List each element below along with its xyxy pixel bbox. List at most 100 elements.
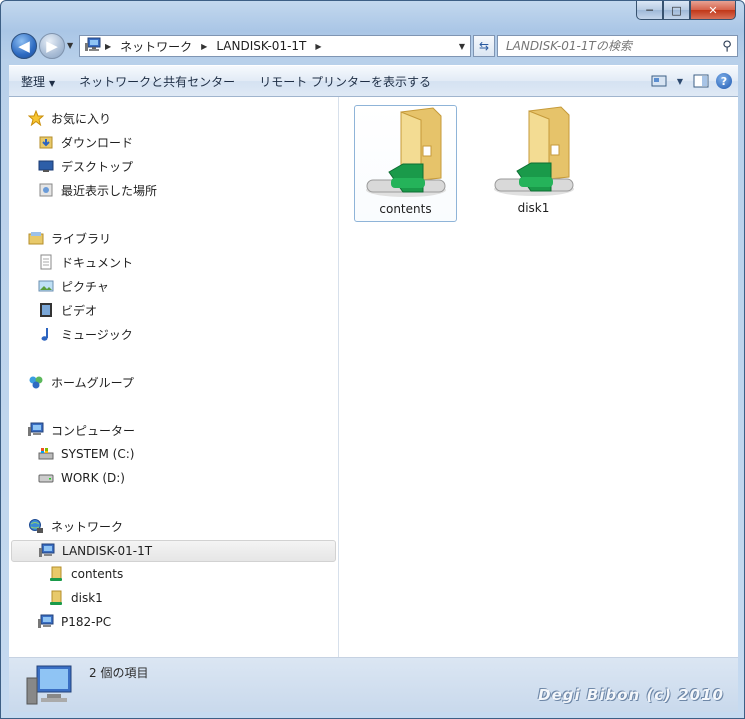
sidebar-item-computer[interactable]: コンピューター bbox=[27, 419, 135, 441]
sidebar-item-pictures[interactable]: ピクチャ bbox=[37, 275, 109, 297]
watermark: Degi Bibon (c) 2010 bbox=[538, 686, 724, 704]
sidebar-item-label: ライブラリ bbox=[51, 231, 112, 246]
recent-places-icon bbox=[37, 182, 55, 198]
sidebar-item-share-contents[interactable]: contents bbox=[47, 563, 123, 585]
item-label: contents bbox=[379, 202, 432, 216]
organize-label: 整理 bbox=[21, 74, 46, 89]
item-label: disk1 bbox=[517, 201, 550, 215]
organize-button[interactable]: 整理 ▼ bbox=[9, 73, 67, 90]
navigation-pane: お気に入り ダウンロード デスクトップ 最近表示した場所 ライブラリ ドキュメン… bbox=[9, 97, 339, 657]
sidebar-item-desktop[interactable]: デスクトップ bbox=[37, 155, 133, 177]
content-pane: contents disk1 bbox=[339, 97, 738, 657]
drive-icon bbox=[37, 470, 55, 486]
caption-buttons: ─ □ ✕ bbox=[636, 1, 736, 21]
shared-folder-icon bbox=[47, 566, 65, 582]
libraries-icon bbox=[27, 230, 45, 246]
sidebar-item-label: SYSTEM (C:) bbox=[61, 447, 135, 461]
desktop-icon bbox=[37, 158, 55, 174]
sidebar-item-label: disk1 bbox=[71, 591, 103, 605]
sidebar-item-label: ミュージック bbox=[61, 327, 133, 342]
sidebar-item-label: ネットワーク bbox=[51, 519, 124, 534]
search-box[interactable]: ⚲ bbox=[497, 35, 738, 57]
network-computer-icon bbox=[37, 614, 55, 630]
breadcrumb-arrow-icon[interactable]: ▶ bbox=[102, 42, 114, 51]
sidebar-item-drive-d[interactable]: WORK (D:) bbox=[37, 467, 125, 489]
sidebar-item-label: ビデオ bbox=[61, 303, 98, 318]
panes: お気に入り ダウンロード デスクトップ 最近表示した場所 ライブラリ ドキュメン… bbox=[9, 97, 738, 658]
star-icon bbox=[27, 110, 45, 126]
sidebar-item-network[interactable]: ネットワーク bbox=[27, 515, 123, 537]
sidebar-item-downloads[interactable]: ダウンロード bbox=[37, 131, 133, 153]
sidebar-item-label: ドキュメント bbox=[61, 255, 134, 270]
sidebar-item-label: ダウンロード bbox=[61, 135, 134, 150]
forward-button[interactable]: ▶ bbox=[39, 33, 65, 59]
view-icon bbox=[651, 75, 667, 87]
navigation-row: ◀ ▶ ▼ ▶ ネットワーク ▶ LANDISK-01-1T ▶ ▼ ⇆ ⚲ bbox=[9, 31, 738, 63]
network-location-icon bbox=[80, 37, 102, 56]
back-button[interactable]: ◀ bbox=[11, 33, 37, 59]
sidebar-item-libraries[interactable]: ライブラリ bbox=[27, 227, 111, 249]
show-printers-button[interactable]: リモート プリンターを表示する bbox=[247, 73, 443, 90]
sidebar-item-label: LANDISK-01-1T bbox=[62, 544, 153, 558]
computer-icon bbox=[27, 422, 45, 438]
sidebar-item-recent[interactable]: 最近表示した場所 bbox=[37, 179, 157, 201]
sidebar-item-label: WORK (D:) bbox=[61, 471, 125, 485]
details-pane: 2 個の項目 Degi Bibon (c) 2010 bbox=[9, 658, 738, 712]
sidebar-item-label: ホームグループ bbox=[51, 375, 134, 390]
explorer-window: ─ □ ✕ ◀ ▶ ▼ ▶ ネットワーク ▶ LANDISK-01-1T ▶ ▼… bbox=[0, 0, 745, 719]
sidebar-item-share-disk1[interactable]: disk1 bbox=[47, 587, 103, 609]
breadcrumb-network[interactable]: ネットワーク bbox=[114, 38, 198, 55]
refresh-icon: ⇆ bbox=[478, 39, 490, 53]
sidebar-item-homegroup[interactable]: ホームグループ bbox=[27, 371, 134, 393]
video-icon bbox=[37, 302, 55, 318]
sidebar-item-videos[interactable]: ビデオ bbox=[37, 299, 97, 321]
preview-pane-icon bbox=[693, 74, 709, 88]
network-center-button[interactable]: ネットワークと共有センター bbox=[67, 73, 247, 90]
downloads-folder-icon bbox=[37, 134, 55, 150]
sidebar-item-label: ピクチャ bbox=[61, 279, 109, 294]
sidebar-item-p182[interactable]: P182-PC bbox=[37, 611, 111, 633]
music-note-icon bbox=[37, 326, 55, 342]
address-dropdown-icon[interactable]: ▼ bbox=[454, 42, 470, 51]
help-icon[interactable]: ? bbox=[716, 73, 732, 89]
address-bar[interactable]: ▶ ネットワーク ▶ LANDISK-01-1T ▶ ▼ bbox=[79, 35, 471, 57]
network-computer-icon bbox=[38, 543, 56, 559]
preview-pane-button[interactable] bbox=[690, 71, 712, 91]
sidebar-item-label: コンピューター bbox=[51, 423, 136, 438]
sidebar-item-drive-c[interactable]: SYSTEM (C:) bbox=[37, 443, 134, 465]
chevron-down-icon: ▼ bbox=[49, 78, 56, 88]
homegroup-icon bbox=[27, 374, 45, 390]
item-count: 2 個の項目 bbox=[89, 666, 149, 680]
share-item-contents[interactable]: contents bbox=[354, 105, 457, 222]
search-input[interactable] bbox=[498, 39, 717, 53]
sidebar-item-label: デスクトップ bbox=[61, 159, 134, 174]
shared-folder-icon bbox=[47, 590, 65, 606]
breadcrumb-host[interactable]: LANDISK-01-1T bbox=[210, 39, 312, 53]
recent-pages-dropdown[interactable]: ▼ bbox=[67, 41, 75, 50]
command-bar: 整理 ▼ ネットワークと共有センター リモート プリンターを表示する ▼ ? bbox=[9, 65, 738, 97]
sidebar-item-label: お気に入り bbox=[51, 111, 112, 126]
sidebar-item-label: P182-PC bbox=[61, 615, 112, 629]
network-computer-large-icon bbox=[25, 664, 73, 709]
refresh-button[interactable]: ⇆ bbox=[473, 35, 495, 57]
minimize-button[interactable]: ─ bbox=[636, 1, 663, 20]
network-share-folder-icon bbox=[493, 106, 574, 196]
change-view-button[interactable] bbox=[648, 71, 670, 91]
system-drive-icon bbox=[37, 446, 55, 462]
pictures-icon bbox=[37, 278, 55, 294]
breadcrumb-arrow-icon[interactable]: ▶ bbox=[198, 42, 210, 51]
breadcrumb-arrow-icon[interactable]: ▶ bbox=[312, 42, 324, 51]
sidebar-item-music[interactable]: ミュージック bbox=[37, 323, 133, 345]
close-button[interactable]: ✕ bbox=[690, 1, 736, 20]
maximize-button[interactable]: □ bbox=[663, 1, 690, 20]
view-options-dropdown[interactable]: ▼ bbox=[674, 71, 686, 91]
sidebar-item-documents[interactable]: ドキュメント bbox=[37, 251, 133, 273]
network-globe-icon bbox=[27, 518, 45, 534]
sidebar-item-label: contents bbox=[71, 567, 124, 581]
sidebar-item-label: 最近表示した場所 bbox=[61, 183, 158, 198]
sidebar-item-landisk[interactable]: LANDISK-01-1T bbox=[11, 540, 336, 562]
search-icon[interactable]: ⚲ bbox=[717, 39, 737, 54]
document-icon bbox=[37, 254, 55, 270]
sidebar-item-favorites[interactable]: お気に入り bbox=[27, 107, 111, 129]
share-item-disk1[interactable]: disk1 bbox=[482, 105, 585, 222]
